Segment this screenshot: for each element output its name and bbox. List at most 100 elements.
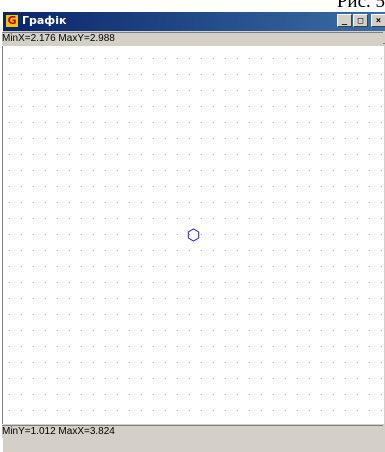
grid-dot bbox=[141, 122, 142, 123]
grid-dot bbox=[285, 298, 286, 299]
grid-dot bbox=[129, 138, 130, 139]
grid-dot bbox=[165, 346, 166, 347]
grid-dot bbox=[33, 138, 34, 139]
grid-dot bbox=[69, 362, 70, 363]
grid-dot bbox=[201, 266, 202, 267]
grid-dot bbox=[177, 250, 178, 251]
grid-dot bbox=[321, 234, 322, 235]
grid-dot bbox=[225, 154, 226, 155]
grid-dot bbox=[33, 74, 34, 75]
grid-dot bbox=[93, 154, 94, 155]
grid-dot bbox=[297, 394, 298, 395]
grid-dot bbox=[93, 266, 94, 267]
grid-dot bbox=[33, 378, 34, 379]
grid-dot bbox=[45, 74, 46, 75]
grid-dot bbox=[153, 90, 154, 91]
grid-dot bbox=[57, 74, 58, 75]
grid-dot bbox=[345, 218, 346, 219]
grid-dot bbox=[21, 218, 22, 219]
grid-dot bbox=[249, 218, 250, 219]
grid-dot bbox=[141, 330, 142, 331]
grid-dot bbox=[81, 90, 82, 91]
grid-dot bbox=[129, 122, 130, 123]
grid-dot bbox=[345, 202, 346, 203]
grid-dot bbox=[297, 266, 298, 267]
grid-dot bbox=[21, 346, 22, 347]
grid-dot bbox=[201, 186, 202, 187]
title-bar[interactable]: G Графік _ □ × bbox=[3, 12, 385, 31]
grid-dot bbox=[177, 298, 178, 299]
grid-dot bbox=[9, 138, 10, 139]
grid-dot bbox=[357, 330, 358, 331]
grid-dot bbox=[297, 202, 298, 203]
grid-dot bbox=[33, 154, 34, 155]
grid-dot bbox=[381, 330, 382, 331]
grid-dot bbox=[9, 394, 10, 395]
grid-dot bbox=[45, 170, 46, 171]
grid-dot bbox=[177, 394, 178, 395]
grid-dot bbox=[273, 106, 274, 107]
grid-dot bbox=[225, 234, 226, 235]
grid-dot bbox=[213, 170, 214, 171]
grid-dot bbox=[201, 74, 202, 75]
grid-dot bbox=[117, 218, 118, 219]
grid-dot bbox=[273, 202, 274, 203]
grid-dot bbox=[297, 58, 298, 59]
grid-dot bbox=[177, 106, 178, 107]
grid-dot bbox=[9, 330, 10, 331]
grid-dot bbox=[345, 346, 346, 347]
grid-dot bbox=[129, 90, 130, 91]
grid-dot bbox=[225, 122, 226, 123]
grid-dot bbox=[213, 58, 214, 59]
grid-dot bbox=[285, 314, 286, 315]
grid-dot bbox=[225, 74, 226, 75]
grid-dot bbox=[201, 330, 202, 331]
grid-dot bbox=[9, 106, 10, 107]
grid-dot bbox=[225, 250, 226, 251]
grid-dot bbox=[237, 346, 238, 347]
grid-dot bbox=[237, 394, 238, 395]
grid-dot bbox=[81, 218, 82, 219]
grid-dot bbox=[321, 202, 322, 203]
grid-dot bbox=[105, 122, 106, 123]
grid-dot bbox=[285, 362, 286, 363]
grid-dot bbox=[129, 154, 130, 155]
grid-dot bbox=[249, 394, 250, 395]
grid-dot bbox=[69, 234, 70, 235]
grid-dot bbox=[333, 90, 334, 91]
grid-dot bbox=[9, 170, 10, 171]
app-icon[interactable]: G bbox=[6, 15, 18, 27]
grid-dot bbox=[309, 362, 310, 363]
grid-dot bbox=[129, 314, 130, 315]
grid-dot bbox=[261, 282, 262, 283]
grid-dot bbox=[225, 394, 226, 395]
grid-dot bbox=[45, 394, 46, 395]
grid-dot bbox=[201, 170, 202, 171]
close-button[interactable]: × bbox=[371, 14, 385, 27]
grid-dot bbox=[33, 58, 34, 59]
grid-dot bbox=[333, 282, 334, 283]
grid-dot bbox=[381, 250, 382, 251]
minimize-button[interactable]: _ bbox=[337, 14, 352, 27]
grid-dot bbox=[93, 394, 94, 395]
grid-dot bbox=[57, 170, 58, 171]
grid-dot bbox=[153, 154, 154, 155]
grid-dot bbox=[9, 58, 10, 59]
grid-dot bbox=[189, 74, 190, 75]
plot-area[interactable] bbox=[2, 46, 384, 424]
grid-dot bbox=[297, 74, 298, 75]
grid-dot bbox=[345, 90, 346, 91]
grid-dot bbox=[81, 362, 82, 363]
grid-dot bbox=[165, 122, 166, 123]
grid-dot bbox=[285, 90, 286, 91]
grid-dot bbox=[381, 218, 382, 219]
grid-dot bbox=[105, 314, 106, 315]
grid-dot bbox=[201, 154, 202, 155]
grid-dot bbox=[141, 218, 142, 219]
maximize-button[interactable]: □ bbox=[353, 14, 368, 27]
grid-dot bbox=[297, 282, 298, 283]
grid-dot bbox=[369, 234, 370, 235]
grid-dot bbox=[57, 250, 58, 251]
grid-dot bbox=[141, 314, 142, 315]
grid-dot bbox=[81, 234, 82, 235]
